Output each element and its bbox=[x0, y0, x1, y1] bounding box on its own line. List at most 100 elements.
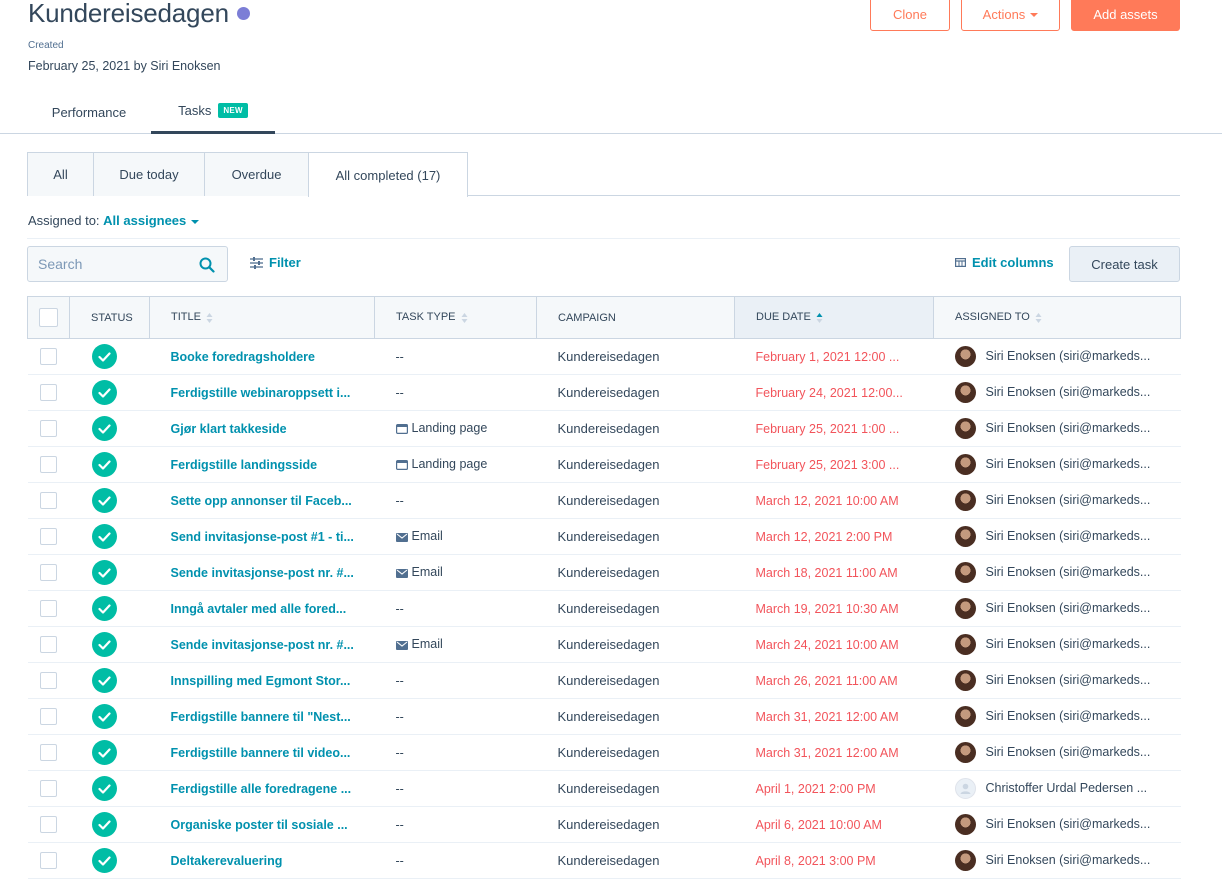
column-header-task-type[interactable]: TASK TYPE bbox=[374, 296, 537, 339]
avatar bbox=[954, 670, 976, 691]
task-title-link[interactable]: Send invitasjonse-post #1 - ti... bbox=[149, 518, 375, 555]
tab-tasks[interactable]: Tasks NEW bbox=[151, 90, 275, 134]
filter-tab-overdue[interactable]: Overdue bbox=[204, 152, 309, 196]
task-title-link[interactable]: Ferdigstille alle foredragene ... bbox=[149, 770, 375, 807]
task-type-label: -- bbox=[395, 709, 404, 724]
task-title-link[interactable]: Sende invitasjonse-post nr. #... bbox=[149, 554, 375, 591]
assignee-cell: Siri Enoksen (siri@markeds... bbox=[933, 590, 1181, 627]
filter-tab-all-completed[interactable]: All completed (17) bbox=[308, 152, 468, 197]
tab-tasks-label: Tasks bbox=[178, 103, 212, 118]
task-title-link[interactable]: Ferdigstille webinaroppsett i... bbox=[149, 374, 375, 411]
campaign-cell: Kundereisedagen bbox=[536, 554, 735, 591]
filter-button[interactable]: Filter bbox=[250, 255, 301, 270]
campaign-cell: Kundereisedagen bbox=[536, 482, 735, 519]
column-header-title[interactable]: TITLE bbox=[149, 296, 375, 339]
row-checkbox[interactable] bbox=[40, 384, 57, 402]
completed-check-icon[interactable] bbox=[91, 596, 117, 621]
column-header-assigned-to[interactable]: ASSIGNED TO bbox=[933, 296, 1181, 339]
assignee-name: Siri Enoksen (siri@markeds... bbox=[985, 636, 1151, 651]
assignee-name: Siri Enoksen (siri@markeds... bbox=[985, 348, 1151, 363]
clone-button[interactable]: Clone bbox=[870, 0, 950, 31]
completed-check-icon[interactable] bbox=[91, 344, 117, 369]
completed-check-icon[interactable] bbox=[91, 560, 117, 585]
campaign-cell: Kundereisedagen bbox=[536, 734, 735, 771]
select-all-checkbox[interactable] bbox=[39, 308, 58, 327]
task-type-cell: Email bbox=[374, 626, 537, 663]
search-box[interactable] bbox=[27, 246, 228, 282]
task-title-link[interactable]: Booke foredragsholdere bbox=[149, 338, 375, 375]
completed-check-icon[interactable] bbox=[91, 812, 117, 837]
completed-check-icon[interactable] bbox=[91, 632, 117, 657]
avatar bbox=[954, 742, 976, 763]
task-title-link[interactable]: Ferdigstille bannere til "Nest... bbox=[149, 698, 375, 735]
create-task-button[interactable]: Create task bbox=[1069, 246, 1180, 282]
row-checkbox[interactable] bbox=[40, 348, 57, 366]
search-input[interactable] bbox=[38, 256, 188, 272]
row-checkbox[interactable] bbox=[40, 564, 57, 582]
avatar bbox=[954, 598, 976, 619]
completed-check-icon[interactable] bbox=[91, 452, 117, 477]
completed-check-icon[interactable] bbox=[91, 776, 117, 801]
completed-check-icon[interactable] bbox=[91, 488, 117, 513]
assignee-cell: Siri Enoksen (siri@markeds... bbox=[933, 734, 1181, 771]
row-checkbox[interactable] bbox=[40, 672, 57, 690]
task-title-link[interactable]: Sette opp annonser til Faceb... bbox=[149, 482, 375, 519]
row-checkbox[interactable] bbox=[40, 744, 57, 762]
task-title-link[interactable]: Sende invitasjonse-post nr. #... bbox=[149, 626, 375, 663]
task-title-link[interactable]: Organiske poster til sosiale ... bbox=[149, 806, 375, 843]
filter-tab-due-today[interactable]: Due today bbox=[93, 152, 205, 196]
task-type-label: Email bbox=[411, 564, 443, 579]
add-assets-button[interactable]: Add assets bbox=[1071, 0, 1180, 31]
completed-check-icon[interactable] bbox=[91, 848, 117, 873]
task-title-link[interactable]: Ferdigstille landingsside bbox=[149, 446, 375, 483]
due-date-cell: February 25, 2021 1:00 ... bbox=[734, 410, 934, 447]
campaign-cell: Kundereisedagen bbox=[536, 518, 735, 555]
row-checkbox[interactable] bbox=[40, 456, 57, 474]
completed-check-icon[interactable] bbox=[91, 704, 117, 729]
search-icon[interactable] bbox=[199, 257, 215, 273]
task-title-link[interactable]: Innspilling med Egmont Stor... bbox=[149, 662, 375, 699]
completed-check-icon[interactable] bbox=[91, 524, 117, 549]
completed-check-icon[interactable] bbox=[91, 668, 117, 693]
row-checkbox[interactable] bbox=[40, 600, 57, 618]
row-select-cell bbox=[27, 446, 70, 483]
campaign-cell: Kundereisedagen bbox=[536, 662, 735, 699]
row-checkbox[interactable] bbox=[40, 852, 57, 870]
completed-check-icon[interactable] bbox=[91, 380, 117, 405]
status-cell bbox=[69, 590, 150, 627]
row-checkbox[interactable] bbox=[40, 492, 57, 510]
assignee-cell: Siri Enoksen (siri@markeds... bbox=[933, 410, 1181, 447]
campaign-cell: Kundereisedagen bbox=[536, 590, 735, 627]
row-checkbox[interactable] bbox=[40, 780, 57, 798]
row-checkbox[interactable] bbox=[40, 816, 57, 834]
assignee-name: Siri Enoksen (siri@markeds... bbox=[985, 816, 1151, 831]
due-date-cell: March 19, 2021 10:30 AM bbox=[734, 590, 934, 627]
table-row: Inngå avtaler med alle fored... -- Kunde… bbox=[27, 590, 1181, 627]
task-title-link[interactable]: Deltakerevaluering bbox=[149, 842, 375, 879]
row-checkbox[interactable] bbox=[40, 420, 57, 438]
completed-check-icon[interactable] bbox=[91, 416, 117, 441]
due-date-cell: March 26, 2021 11:00 AM bbox=[734, 662, 934, 699]
task-title-link[interactable]: Inngå avtaler med alle fored... bbox=[149, 590, 375, 627]
column-header-title-label: TITLE bbox=[171, 311, 201, 324]
page-tabs: Performance Tasks NEW bbox=[0, 90, 1222, 134]
assignee-dropdown[interactable]: All assignees bbox=[103, 213, 200, 228]
task-title-link[interactable]: Gjør klart takkeside bbox=[149, 410, 375, 447]
filter-tab-all[interactable]: All bbox=[27, 152, 94, 196]
campaign-cell: Kundereisedagen bbox=[536, 374, 735, 411]
tasks-table: STATUS TITLE TASK TYPE CAMPAIGN DUE DATE… bbox=[27, 296, 1181, 879]
row-checkbox[interactable] bbox=[40, 708, 57, 726]
row-checkbox[interactable] bbox=[40, 528, 57, 546]
row-select-cell bbox=[27, 842, 70, 879]
table-row: Organiske poster til sosiale ... -- Kund… bbox=[27, 806, 1181, 843]
table-row: Ferdigstille alle foredragene ... -- Kun… bbox=[27, 770, 1181, 807]
task-type-cell: -- bbox=[374, 698, 537, 735]
edit-columns-button[interactable]: Edit columns bbox=[955, 255, 1054, 270]
tab-performance[interactable]: Performance bbox=[28, 90, 150, 134]
actions-dropdown-button[interactable]: Actions bbox=[961, 0, 1060, 31]
row-checkbox[interactable] bbox=[40, 636, 57, 654]
status-cell bbox=[69, 410, 150, 447]
task-title-link[interactable]: Ferdigstille bannere til video... bbox=[149, 734, 375, 771]
completed-check-icon[interactable] bbox=[91, 740, 117, 765]
column-header-due-date[interactable]: DUE DATE bbox=[734, 296, 934, 339]
